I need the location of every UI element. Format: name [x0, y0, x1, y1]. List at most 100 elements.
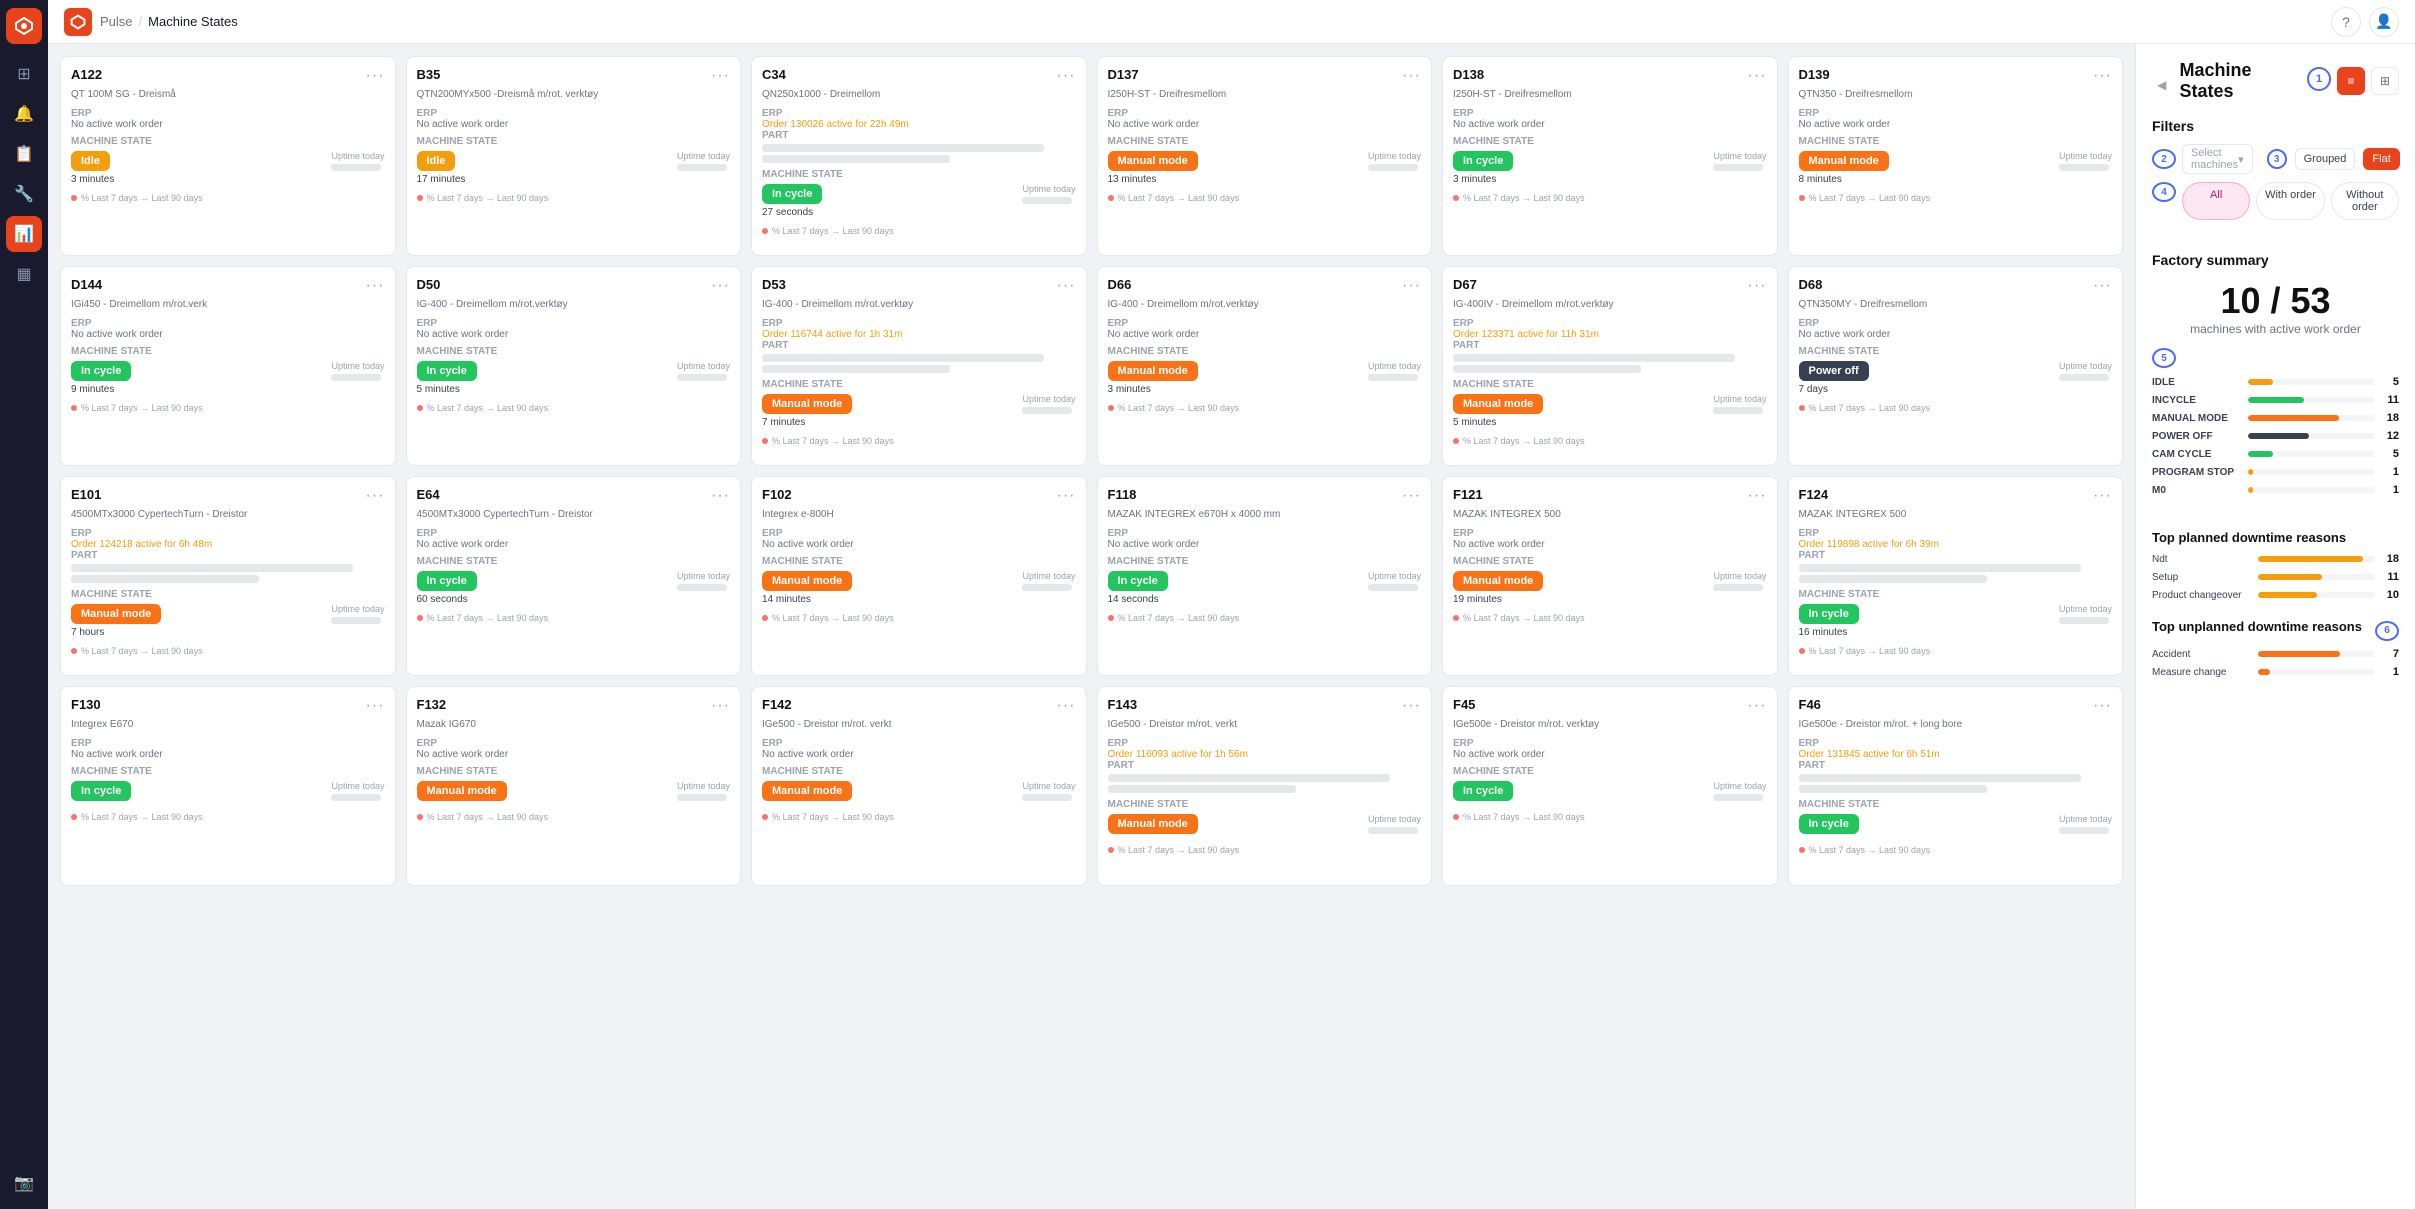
nav-camera[interactable]: 📷: [6, 1165, 42, 1201]
filters-title: Filters: [2152, 118, 2399, 134]
card-menu-button[interactable]: ···: [711, 277, 730, 295]
card-menu-button[interactable]: ···: [2093, 277, 2112, 295]
uptime-col: Uptime today: [2059, 604, 2112, 624]
card-header: D68 ···: [1799, 277, 2113, 295]
card-header: F132 ···: [417, 697, 731, 715]
filter-badge-2[interactable]: 2: [2152, 149, 2176, 169]
card-menu-button[interactable]: ···: [1057, 697, 1076, 715]
card-menu-button[interactable]: ···: [711, 487, 730, 505]
machine-card: E101 ··· 4500MTx3000 CypertechTurn - Dre…: [60, 476, 396, 676]
state-time: 17 minutes: [417, 174, 466, 185]
filter-badge-5[interactable]: 5: [2152, 348, 2176, 368]
flat-button[interactable]: Flat: [2363, 148, 2399, 170]
state-row: In cycle Uptime today: [1453, 781, 1767, 804]
panel-grid-view-button[interactable]: ⊞: [2371, 67, 2399, 95]
user-menu-button[interactable]: 👤: [2369, 7, 2399, 37]
footer-dot: [417, 405, 423, 411]
part-blur-1: [762, 144, 1044, 152]
uptime-bar: [1368, 827, 1418, 834]
breadcrumb-app[interactable]: Pulse: [100, 14, 133, 29]
grouped-button[interactable]: Grouped: [2295, 148, 2356, 170]
erp-label: ERP: [417, 528, 731, 539]
erp-value: No active work order: [1799, 329, 2113, 340]
card-footer: % Last 7 days → Last 90 days: [71, 646, 385, 656]
uptime-col: Uptime today: [1368, 571, 1421, 591]
card-id: E101: [71, 487, 101, 502]
panel-list-view-button[interactable]: ≡: [2337, 67, 2365, 95]
card-menu-button[interactable]: ···: [2093, 487, 2112, 505]
nav-tools[interactable]: 🔧: [6, 176, 42, 212]
card-menu-button[interactable]: ···: [366, 697, 385, 715]
card-menu-button[interactable]: ···: [2093, 67, 2112, 85]
card-menu-button[interactable]: ···: [1402, 697, 1421, 715]
card-menu-button[interactable]: ···: [711, 697, 730, 715]
card-menu-button[interactable]: ···: [1748, 67, 1767, 85]
footer-dot: [1453, 195, 1459, 201]
unplanned-downtime-row: Measure change 1: [2152, 666, 2399, 678]
card-menu-button[interactable]: ···: [366, 487, 385, 505]
card-subtitle: Mazak IG670: [417, 719, 731, 730]
card-menu-button[interactable]: ···: [1748, 487, 1767, 505]
order-btn-without-order[interactable]: Without order: [2331, 182, 2399, 220]
filter-badge-3[interactable]: 3: [2267, 149, 2287, 169]
panel-badge-1[interactable]: 1: [2307, 67, 2331, 91]
panel-collapse-arrow[interactable]: ◀: [2152, 75, 2171, 95]
card-menu-button[interactable]: ···: [1748, 277, 1767, 295]
card-menu-button[interactable]: ···: [366, 277, 385, 295]
chevron-down-icon: ▾: [2238, 153, 2244, 166]
machine-state-label: Machine State: [762, 379, 1076, 390]
nav-home[interactable]: ⊞: [6, 56, 42, 92]
uptime-col: Uptime today: [2059, 361, 2112, 381]
card-menu-button[interactable]: ···: [1748, 697, 1767, 715]
footer-range-text: % Last 7 days → Last 90 days: [427, 193, 549, 203]
card-menu-button[interactable]: ···: [1402, 67, 1421, 85]
stat-count: 1: [2381, 484, 2399, 496]
order-btn-with-order[interactable]: With order: [2256, 182, 2324, 220]
machine-card: F132 ··· Mazak IG670 ERPNo active work o…: [406, 686, 742, 886]
card-menu-button[interactable]: ···: [1402, 277, 1421, 295]
card-footer: % Last 7 days → Last 90 days: [417, 613, 731, 623]
nav-grid[interactable]: ▦: [6, 256, 42, 292]
card-subtitle: IGi450 - Dreimellom m/rot.verk: [71, 299, 385, 310]
machines-placeholder: Select machines: [2191, 147, 2238, 171]
erp-value: No active work order: [1108, 119, 1422, 130]
uptime-bar: [677, 794, 727, 801]
machines-select[interactable]: Select machines ▾: [2182, 144, 2253, 174]
uptime-label: Uptime today: [1713, 781, 1766, 791]
footer-dot: [1108, 847, 1114, 853]
card-menu-button[interactable]: ···: [2093, 697, 2112, 715]
footer-range-text: % Last 7 days → Last 90 days: [427, 403, 549, 413]
card-header: F46 ···: [1799, 697, 2113, 715]
card-menu-button[interactable]: ···: [711, 67, 730, 85]
card-menu-button[interactable]: ···: [1057, 487, 1076, 505]
nav-analytics[interactable]: 📊: [6, 216, 42, 252]
card-menu-button[interactable]: ···: [366, 67, 385, 85]
machine-state-label: Machine State: [417, 136, 731, 147]
nav-orders[interactable]: 📋: [6, 136, 42, 172]
state-stat-row: CAM CYCLE 5: [2152, 448, 2399, 460]
erp-label: ERP: [762, 108, 1076, 119]
card-menu-button[interactable]: ···: [1057, 277, 1076, 295]
erp-label: ERP: [417, 318, 731, 329]
help-button[interactable]: ?: [2331, 7, 2361, 37]
erp-order: Order 130026 active for 22h 49m: [762, 119, 1076, 130]
card-header: F130 ···: [71, 697, 385, 715]
filters-section: Filters 2 Select machines ▾ 3 Grouped Fl…: [2152, 118, 2399, 236]
filter-badge-4[interactable]: 4: [2152, 182, 2176, 202]
planned-bars: Ndt 18 Setup 11 Product changeover 10: [2152, 553, 2399, 601]
erp-value: No active work order: [1799, 119, 2113, 130]
part-blur-2: [1799, 785, 1987, 793]
part-label: Part: [1453, 340, 1767, 351]
nav-alerts[interactable]: 🔔: [6, 96, 42, 132]
card-menu-button[interactable]: ···: [1402, 487, 1421, 505]
state-time: 3 minutes: [1108, 384, 1198, 395]
order-btn-all[interactable]: All: [2182, 182, 2250, 220]
card-subtitle: IG-400IV - Dreimellom m/rot.verktøy: [1453, 299, 1767, 310]
stat-bar: [2248, 379, 2273, 385]
footer-dot: [762, 615, 768, 621]
card-menu-button[interactable]: ···: [1057, 67, 1076, 85]
filter-badge-6[interactable]: 6: [2375, 621, 2399, 641]
erp-label: ERP: [1453, 108, 1767, 119]
uptime-bar: [331, 374, 381, 381]
footer-dot: [1799, 405, 1805, 411]
